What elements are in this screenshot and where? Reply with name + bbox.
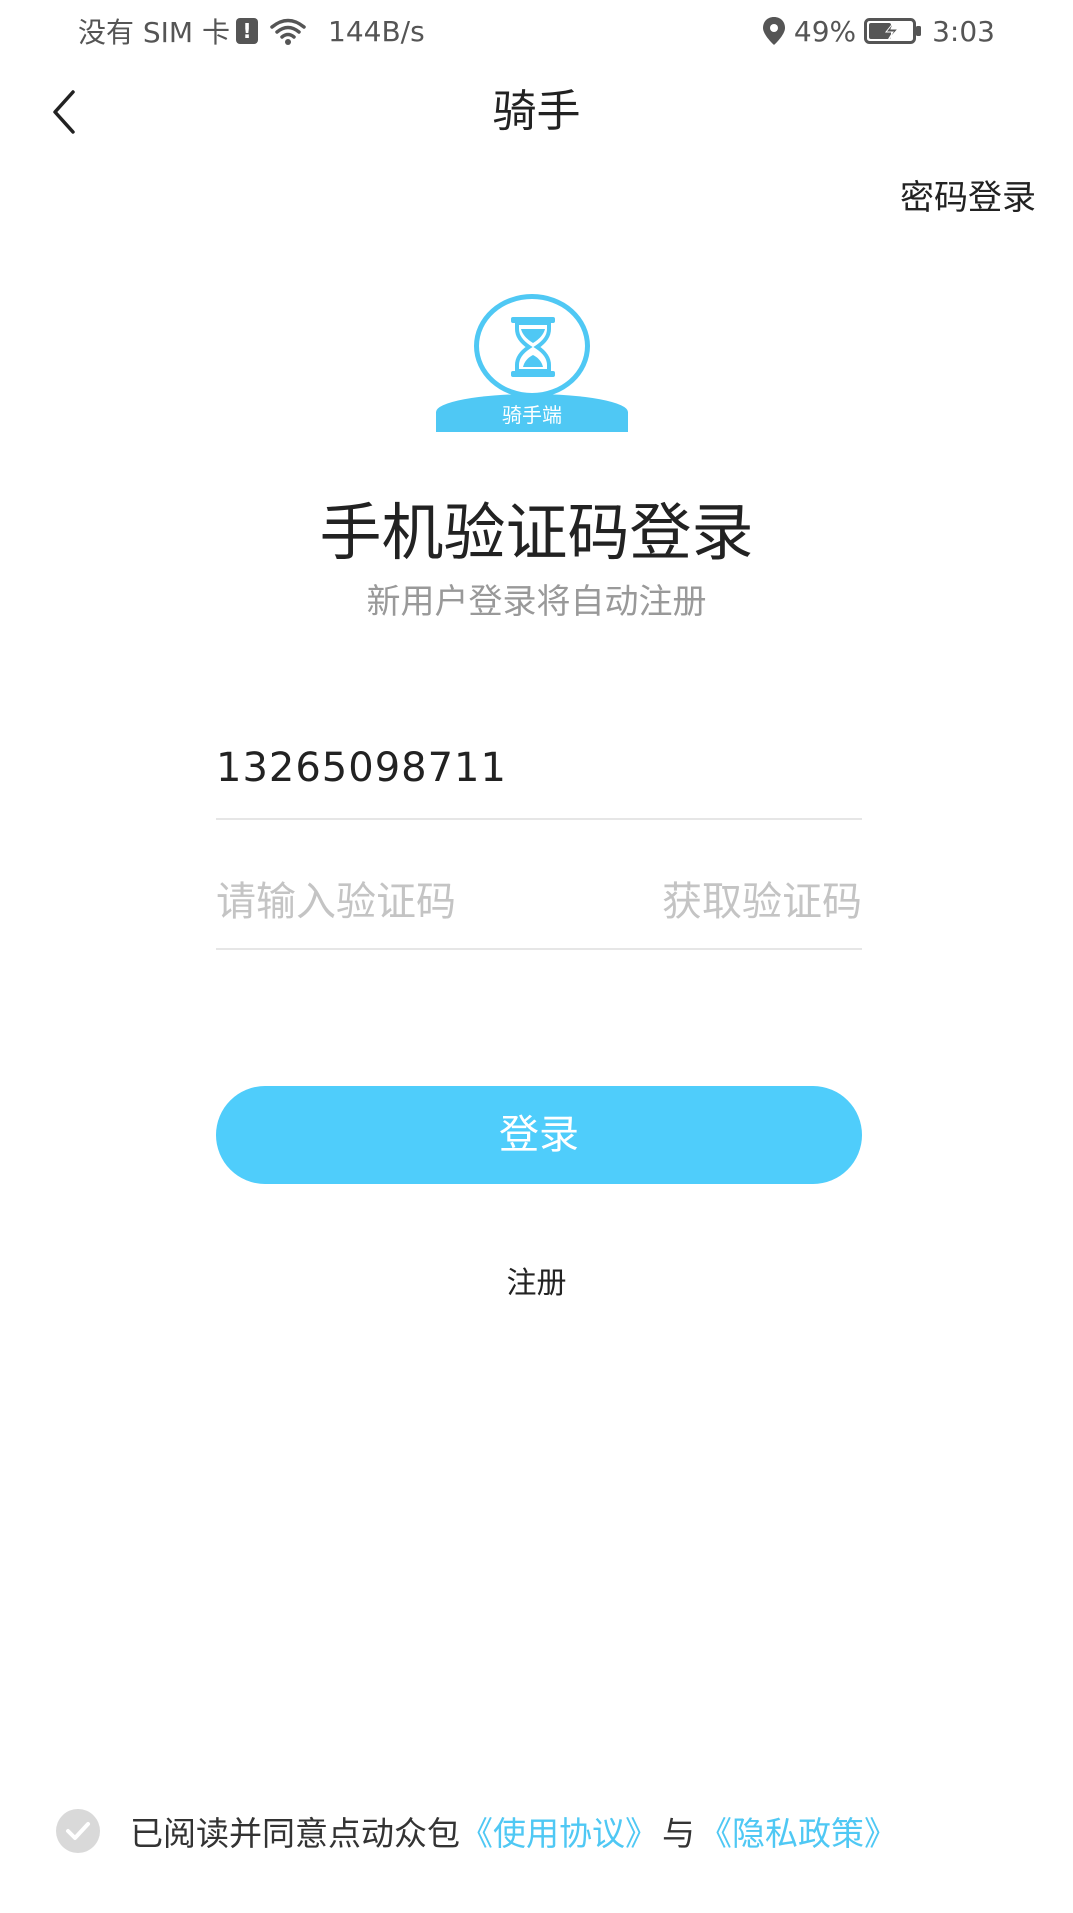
agreement-text: 已阅读并同意点动众包 — [130, 1814, 460, 1853]
header: 骑手 — [0, 62, 1073, 162]
agree-checkbox[interactable] — [56, 1809, 100, 1853]
password-login-link[interactable]: 密码登录 — [900, 170, 1036, 219]
status-bar: 没有 SIM 卡 144B/s 49% 3:03 — [0, 0, 1073, 62]
phone-field — [216, 726, 862, 820]
register-link[interactable]: 注册 — [507, 1266, 567, 1301]
logo-banner: 骑手端 — [436, 394, 628, 432]
hourglass-icon — [511, 317, 555, 377]
check-icon — [66, 1822, 90, 1840]
wifi-icon — [270, 18, 306, 45]
phone-input[interactable] — [216, 736, 862, 800]
register-link-row: 注册 — [0, 1258, 1073, 1302]
login-subheading: 新用户登录将自动注册 — [366, 582, 707, 622]
login-heading: 手机验证码登录 — [319, 496, 754, 569]
clock-text: 3:03 — [932, 14, 995, 48]
net-speed-text: 144B/s — [328, 14, 425, 48]
sim-alert-icon — [236, 18, 258, 44]
battery-percent: 49% — [793, 14, 857, 48]
status-right: 49% 3:03 — [762, 12, 995, 50]
page-title: 骑手 — [492, 86, 581, 137]
terms-link[interactable]: 《使用协议》 — [460, 1807, 658, 1855]
verification-code-field: 获取验证码 — [216, 856, 862, 950]
app-logo: 骑手端 — [436, 290, 628, 440]
verification-code-input[interactable] — [216, 870, 596, 934]
agreement-and-text: 与 — [662, 1814, 695, 1853]
logo-circle — [474, 294, 590, 398]
get-code-button[interactable]: 获取验证码 — [662, 870, 862, 934]
status-left: 没有 SIM 卡 144B/s — [78, 12, 425, 50]
agreement-row: 已阅读并同意点动众包 《使用协议》 与 《隐私政策》 — [56, 1806, 897, 1856]
carrier-text: 没有 SIM 卡 — [78, 16, 230, 49]
login-button[interactable]: 登录 — [216, 1086, 862, 1184]
location-icon — [762, 17, 785, 45]
privacy-link[interactable]: 《隐私政策》 — [699, 1807, 897, 1855]
battery-charging-icon — [864, 18, 922, 44]
